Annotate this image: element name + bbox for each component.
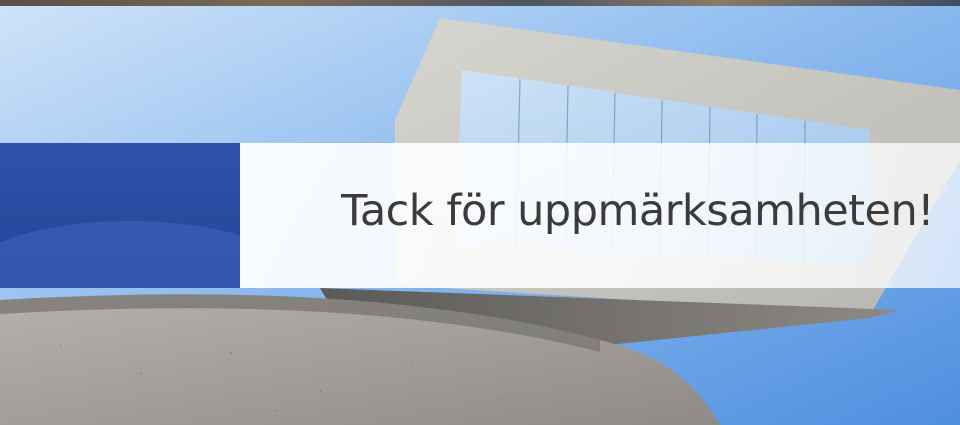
slide-title: Tack för uppmärksamheten! [341, 186, 934, 236]
accent-band-sheen [0, 221, 240, 288]
accent-band [0, 143, 240, 288]
presentation-slide: Tack för uppmärksamheten! [0, 0, 960, 425]
top-photo-strip [0, 0, 960, 6]
